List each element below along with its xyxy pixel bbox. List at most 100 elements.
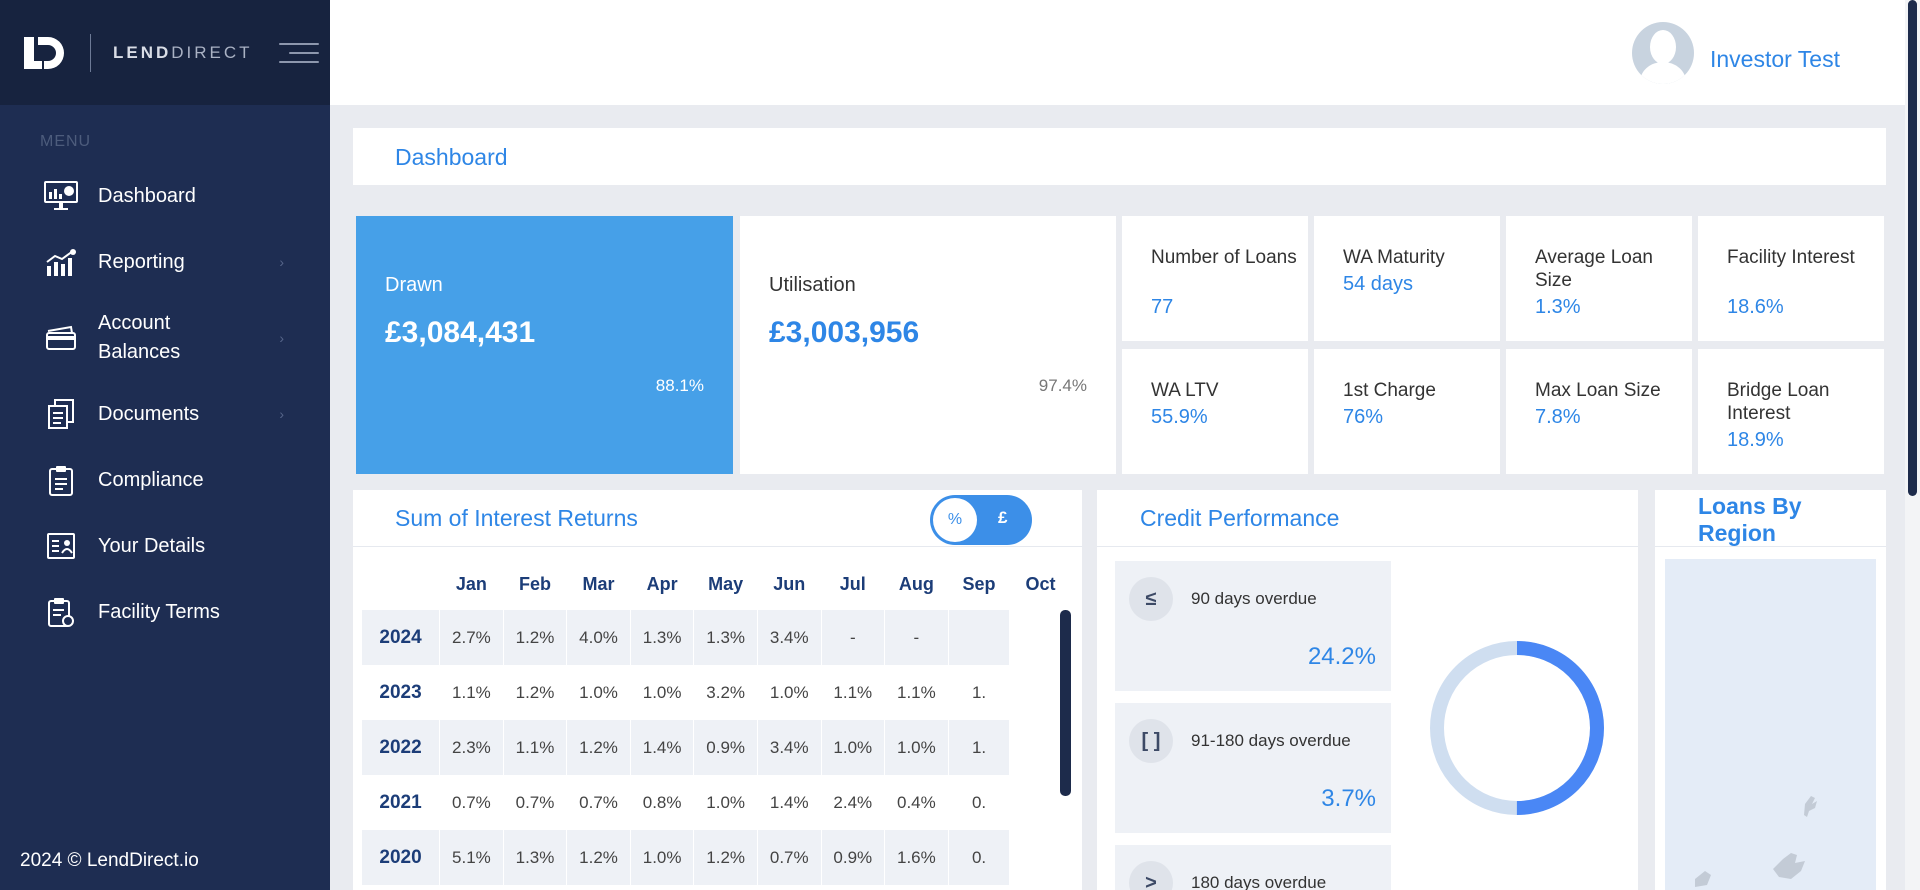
utilisation-label: Utilisation xyxy=(769,274,856,296)
table-cell: 1. xyxy=(948,720,1011,775)
sidebar-item-label: Account Balances xyxy=(98,312,181,363)
table-row: 2020 5.1% 1.3% 1.2% 1.0% 1.2% 0.7% 0.9% … xyxy=(362,830,1071,885)
table-cell: 0.9% xyxy=(821,830,886,885)
page-scrollbar[interactable] xyxy=(1905,0,1920,890)
column-header: Aug xyxy=(898,573,934,594)
row-year: 2023 xyxy=(362,665,441,720)
stat-wa-ltv: WA LTV 55.9% xyxy=(1122,349,1308,474)
column-header: Oct xyxy=(1025,573,1056,594)
stat-label: WA LTV xyxy=(1151,380,1219,401)
table-cell: 1.1% xyxy=(821,665,886,720)
table-cell: 0.7% xyxy=(503,775,568,830)
table-cell: 1.0% xyxy=(630,830,695,885)
table-scrollbar[interactable] xyxy=(1060,610,1071,796)
table-cell: 0.4% xyxy=(884,775,949,830)
sidebar-item-label: Facility Terms xyxy=(98,600,220,623)
table-cell: 1.0% xyxy=(757,665,822,720)
panel-divider xyxy=(1655,546,1886,547)
table-cell: 1.2% xyxy=(566,720,631,775)
loans-by-region-title: Loans By Region xyxy=(1698,493,1802,546)
toggle-other: £ xyxy=(998,508,1008,527)
interest-returns-title: Sum of Interest Returns xyxy=(395,505,638,531)
row-year: 2024 xyxy=(362,610,441,665)
sidebar-item-documents[interactable]: Documents › xyxy=(0,381,330,447)
table-cell: 1.3% xyxy=(503,830,568,885)
sidebar-item-your-details[interactable]: Your Details xyxy=(0,513,330,579)
table-cell: 1.6% xyxy=(884,830,949,885)
region-map[interactable] xyxy=(1665,559,1876,890)
row-year: 2020 xyxy=(362,830,441,885)
column-header: Feb xyxy=(518,573,551,594)
table-cell: 2.7% xyxy=(439,610,504,665)
sidebar-nav: Dashboard Reporting › Account Balances ›… xyxy=(0,163,330,645)
table-cell: 4.0% xyxy=(566,610,631,665)
stat-value: 7.8% xyxy=(1535,406,1581,428)
sidebar-item-facility-terms[interactable]: Facility Terms xyxy=(0,579,330,645)
brand-name: LENDDIRECT xyxy=(113,43,253,63)
stat-label: Max Loan Size xyxy=(1535,380,1661,401)
page-scrollbar-thumb[interactable] xyxy=(1908,0,1917,496)
stat-1st-charge: 1st Charge 76% xyxy=(1314,349,1500,474)
column-header: May xyxy=(708,573,744,594)
sidebar-item-dashboard[interactable]: Dashboard xyxy=(0,163,330,229)
stat-value: 76% xyxy=(1343,406,1384,428)
less-equal-icon: ≤ xyxy=(1129,577,1173,621)
sidebar-item-compliance[interactable]: Compliance xyxy=(0,447,330,513)
table-row: 2022 2.3% 1.1% 1.2% 1.4% 0.9% 3.4% 1.0% … xyxy=(362,720,1071,775)
table-cell: 1.1% xyxy=(439,665,504,720)
top-bar: Investor Test xyxy=(330,0,1905,105)
clipboard-icon xyxy=(42,461,80,499)
chevron-right-icon: › xyxy=(279,330,284,346)
stat-value: 1.3% xyxy=(1535,296,1581,318)
lenddirect-logo-icon[interactable] xyxy=(22,35,64,71)
brand-name-bold: LEND xyxy=(113,42,172,62)
table-cell: 1.0% xyxy=(630,665,695,720)
brand-name-thin: DIRECT xyxy=(171,42,253,62)
table-cell: 1.3% xyxy=(693,610,758,665)
reporting-icon xyxy=(42,243,80,281)
column-header: Sep xyxy=(962,573,996,594)
page-title: Dashboard xyxy=(395,144,508,170)
stat-value: 55.9% xyxy=(1151,406,1208,428)
table-header-row: Jan Feb Mar Apr May Jun Jul Aug Sep Oct xyxy=(362,558,1071,610)
overdue-label: 91-180 days overdue xyxy=(1191,731,1351,750)
table-cell: 2.4% xyxy=(821,775,886,830)
utilisation-percent: 97.4% xyxy=(1038,376,1087,395)
table-cell: 1.3% xyxy=(630,610,695,665)
brackets-icon: [ ] xyxy=(1129,719,1173,763)
drawn-label: Drawn xyxy=(385,274,443,296)
percent-pound-toggle[interactable]: % £ xyxy=(930,495,1032,545)
overdue-label: 90 days overdue xyxy=(1191,589,1317,608)
chevron-right-icon: › xyxy=(279,406,284,422)
toggle-selected: % xyxy=(933,498,977,542)
overdue-label: 180 days overdue xyxy=(1191,873,1327,890)
brand-bar: LENDDIRECT xyxy=(0,0,330,105)
sidebar-item-label: Documents xyxy=(98,402,200,425)
column-header: Jun xyxy=(773,573,806,594)
menu-toggle-icon[interactable] xyxy=(278,40,319,66)
column-header: Jul xyxy=(839,573,866,594)
credit-performance-title: Credit Performance xyxy=(1140,505,1340,531)
table-cell: 0. xyxy=(948,830,1011,885)
stat-label: Bridge Loan Interest xyxy=(1727,380,1830,424)
table-cell: 1.2% xyxy=(566,830,631,885)
table-cell: 0.7% xyxy=(757,830,822,885)
overdue-180-plus-card: > 180 days overdue xyxy=(1115,845,1391,890)
stat-average-loan-size: Average Loan Size 1.3% xyxy=(1506,216,1692,341)
row-year: 2021 xyxy=(362,775,441,830)
wallet-icon xyxy=(42,319,80,357)
table-cell: - xyxy=(884,610,949,665)
panel-divider xyxy=(1097,546,1638,547)
sidebar-item-label: Dashboard xyxy=(98,184,196,207)
table-cell: 0.7% xyxy=(439,775,504,830)
sidebar-item-reporting[interactable]: Reporting › xyxy=(0,229,330,295)
user-name-link[interactable]: Investor Test xyxy=(1710,46,1840,73)
sidebar: LENDDIRECT MENU Dashboard Reporting › Ac… xyxy=(0,0,330,890)
sidebar-item-account-balances[interactable]: Account Balances › xyxy=(0,295,330,381)
page-title-bar: Dashboard xyxy=(353,128,1886,185)
stat-value: 77 xyxy=(1151,296,1174,318)
utilisation-value: £3,003,956 xyxy=(769,316,920,349)
avatar[interactable] xyxy=(1632,22,1694,84)
stat-bridge-loan-interest: Bridge Loan Interest 18.9% xyxy=(1698,349,1884,474)
stat-label: Average Loan Size xyxy=(1535,247,1653,291)
